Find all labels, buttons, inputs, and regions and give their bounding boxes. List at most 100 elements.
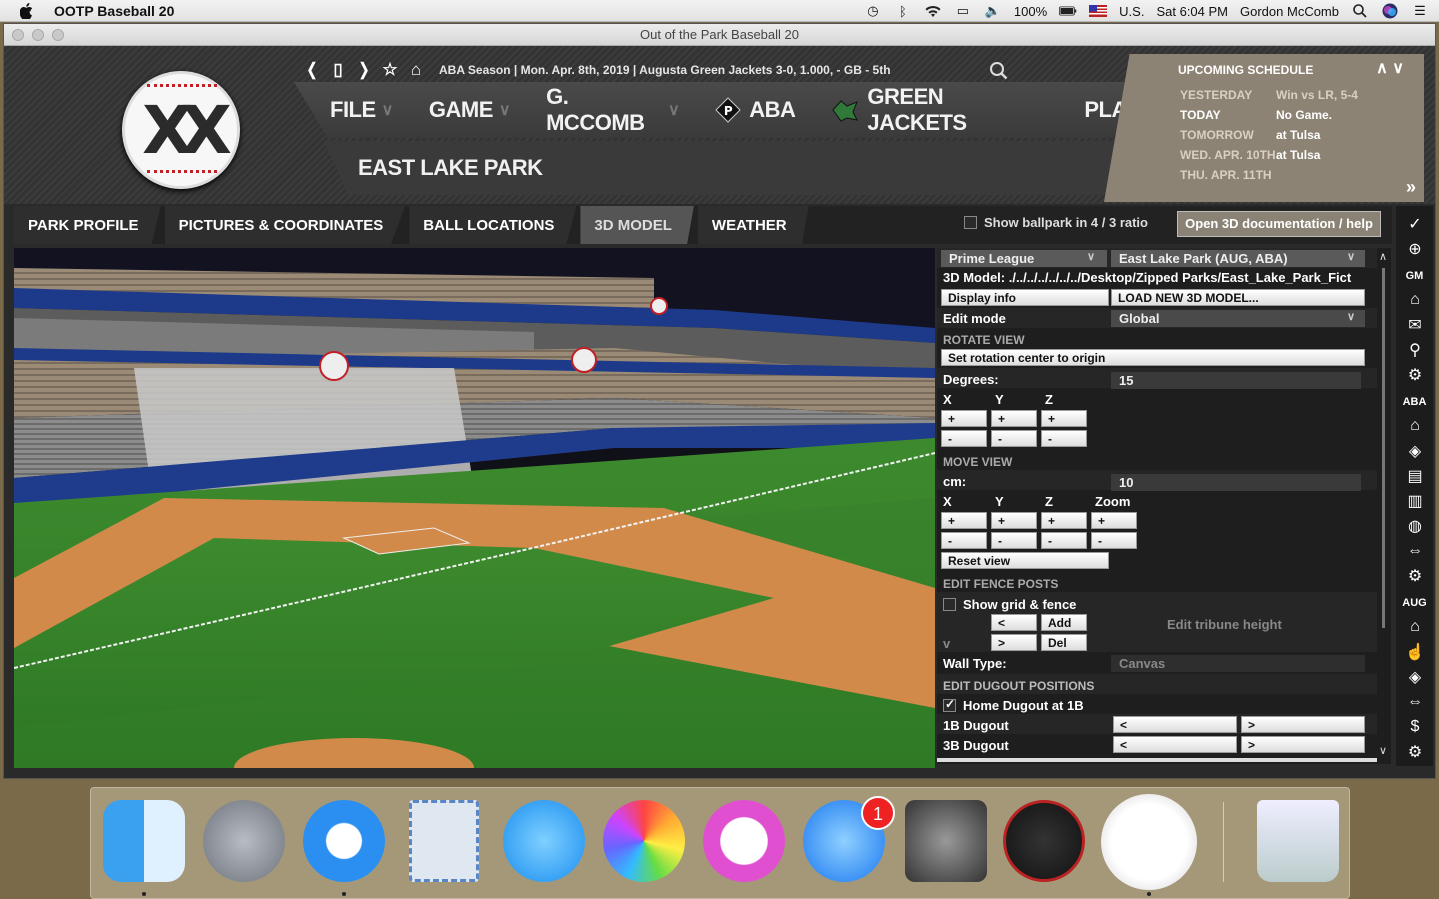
finances-icon[interactable]: $ <box>1405 717 1425 737</box>
volume-icon[interactable]: 🔈 <box>984 3 1002 18</box>
globe-icon[interactable]: ⊕ <box>1405 239 1425 259</box>
schedule-row[interactable]: TODAY No Game. <box>1180 108 1332 122</box>
bookmark-page-icon[interactable]: ▯ <box>325 59 351 81</box>
fence-prev-button[interactable]: < <box>991 614 1037 631</box>
expand-schedule-icon[interactable]: » <box>1406 177 1416 198</box>
itunes-icon[interactable] <box>703 800 785 882</box>
apple-icon[interactable] <box>20 2 38 19</box>
menu-game[interactable]: GAME ∨ <box>429 97 511 123</box>
dugout-1b-next-button[interactable]: > <box>1241 716 1365 733</box>
move-z-plus-button[interactable]: + <box>1041 512 1087 529</box>
battery-icon[interactable] <box>1059 4 1077 18</box>
wifi-icon[interactable] <box>924 4 942 18</box>
launchpad-icon[interactable] <box>203 800 285 882</box>
system-preferences-icon[interactable] <box>905 800 987 882</box>
schedule-row[interactable]: YESTERDAY Win vs LR, 5-4 <box>1180 88 1358 102</box>
rotate-x-plus-button[interactable]: + <box>941 410 987 427</box>
league-settings-icon[interactable]: ⚙ <box>1405 566 1425 586</box>
fence-add-button[interactable]: Add <box>1041 614 1087 631</box>
close-window-button[interactable] <box>12 29 24 41</box>
tab-pictures-coordinates[interactable]: PICTURES & COORDINATES <box>164 206 406 244</box>
time-machine-icon[interactable]: ◷ <box>864 3 882 18</box>
move-x-plus-button[interactable]: + <box>941 512 987 529</box>
open-documentation-button[interactable]: Open 3D documentation / help <box>1177 211 1381 237</box>
league-select[interactable]: Prime League <box>941 250 1107 267</box>
menu-league[interactable]: P ABA <box>715 97 796 123</box>
siri-icon[interactable] <box>1381 3 1399 19</box>
rotate-z-minus-button[interactable]: - <box>1041 430 1087 447</box>
messages-icon[interactable] <box>503 800 585 882</box>
tab-park-profile[interactable]: PARK PROFILE <box>14 206 161 244</box>
ratio-checkbox[interactable]: Show ballpark in 4 / 3 ratio <box>964 215 1148 230</box>
photos-icon[interactable] <box>603 800 685 882</box>
park-select[interactable]: East Lake Park (AUG, ABA) <box>1111 250 1365 267</box>
stats-icon[interactable]: ▥ <box>1405 491 1425 511</box>
zoom-plus-button[interactable]: + <box>1091 512 1137 529</box>
rotate-y-minus-button[interactable]: - <box>991 430 1037 447</box>
safari-icon[interactable] <box>303 800 385 882</box>
zoom-minus-button[interactable]: - <box>1091 532 1137 549</box>
dugout-1b-prev-button[interactable]: < <box>1113 716 1237 733</box>
rotate-z-plus-button[interactable]: + <box>1041 410 1087 427</box>
menu-team[interactable]: GREEN JACKETS <box>831 84 1032 136</box>
tribune-height-label[interactable]: Edit tribune height <box>1167 615 1282 634</box>
edit-mode-select[interactable]: Global <box>1111 310 1365 327</box>
show-grid-checkbox[interactable]: Show grid & fence <box>943 595 1076 614</box>
tab-ball-locations[interactable]: BALL LOCATIONS <box>409 206 577 244</box>
checkbox[interactable] <box>964 216 977 229</box>
minimize-window-button[interactable] <box>32 29 44 41</box>
tab-3d-model[interactable]: 3D MODEL <box>580 206 694 244</box>
team-settings-icon[interactable]: ⚙ <box>1405 742 1425 762</box>
degrees-input[interactable]: 15 <box>1111 372 1361 389</box>
zoom-window-button[interactable] <box>52 29 64 41</box>
forward-icon[interactable]: ❭ <box>351 59 377 81</box>
diamond-icon[interactable]: ◈ <box>1405 441 1425 461</box>
team-transactions-icon[interactable]: ⇔ <box>1405 692 1425 712</box>
mail-icon[interactable] <box>409 800 479 882</box>
set-rotation-button[interactable]: Set rotation center to origin <box>941 349 1365 366</box>
league-home-icon[interactable]: ⌂ <box>1405 416 1425 436</box>
photo-booth-icon[interactable] <box>1003 800 1085 882</box>
load-model-button[interactable]: LOAD NEW 3D MODEL... <box>1111 289 1365 306</box>
spotlight-search-icon[interactable] <box>1351 4 1369 18</box>
team-home-icon[interactable]: ⌂ <box>1405 617 1425 637</box>
schedule-row[interactable]: WED. APR. 10TH at Tulsa <box>1180 148 1320 162</box>
user-name[interactable]: Gordon McComb <box>1240 4 1339 19</box>
move-y-plus-button[interactable]: + <box>991 512 1037 529</box>
us-flag-icon[interactable] <box>1089 4 1108 18</box>
ballpark-3d-view[interactable] <box>14 248 935 768</box>
move-z-minus-button[interactable]: - <box>1041 532 1087 549</box>
clock[interactable]: Sat 6:04 PM <box>1156 4 1228 19</box>
dugout-3b-next-button[interactable]: > <box>1241 736 1365 753</box>
team-diamond-icon[interactable]: ◈ <box>1405 667 1425 687</box>
bluetooth-icon[interactable]: ᛒ <box>894 4 912 19</box>
scroll-thumb[interactable] <box>1382 268 1385 628</box>
scroll-up-icon[interactable]: ∧ <box>1379 250 1387 263</box>
search-icon[interactable]: ⚲ <box>1405 340 1425 360</box>
scroll-down-icon[interactable]: ∨ <box>1379 744 1387 757</box>
cm-input[interactable]: 10 <box>1111 474 1361 491</box>
app-name[interactable]: OOTP Baseball 20 <box>54 3 174 19</box>
star-icon[interactable]: ☆ <box>377 59 403 81</box>
menu-manager[interactable]: G. MCCOMB ∨ <box>546 84 680 136</box>
notification-center-icon[interactable]: ☰ <box>1411 3 1429 18</box>
wall-type-select[interactable]: Canvas <box>1111 655 1365 672</box>
airplay-icon[interactable]: ▭ <box>954 3 972 18</box>
back-icon[interactable]: ❬ <box>299 59 325 81</box>
fence-del-button[interactable]: Del <box>1041 634 1087 651</box>
tab-weather[interactable]: WEATHER <box>697 206 809 244</box>
home-icon[interactable]: ⌂ <box>1405 290 1425 310</box>
trash-icon[interactable] <box>1257 800 1339 882</box>
reset-view-button[interactable]: Reset view <box>941 552 1109 569</box>
home-icon[interactable]: ⌂ <box>403 59 429 81</box>
finder-icon[interactable] <box>103 800 185 882</box>
menu-file[interactable]: FILE ∨ <box>330 97 393 123</box>
ootp-dock-icon[interactable] <box>1101 794 1197 890</box>
fence-next-button[interactable]: > <box>991 634 1037 651</box>
rotate-x-minus-button[interactable]: - <box>941 430 987 447</box>
panel-scrollbar[interactable]: ∧ ∨ <box>1377 248 1391 764</box>
checkmark-icon[interactable]: ✓ <box>1405 214 1425 234</box>
mail-icon[interactable]: ✉ <box>1405 315 1425 335</box>
search-icon[interactable] <box>989 61 1009 81</box>
roster-hand-icon[interactable]: ☝ <box>1405 642 1425 662</box>
